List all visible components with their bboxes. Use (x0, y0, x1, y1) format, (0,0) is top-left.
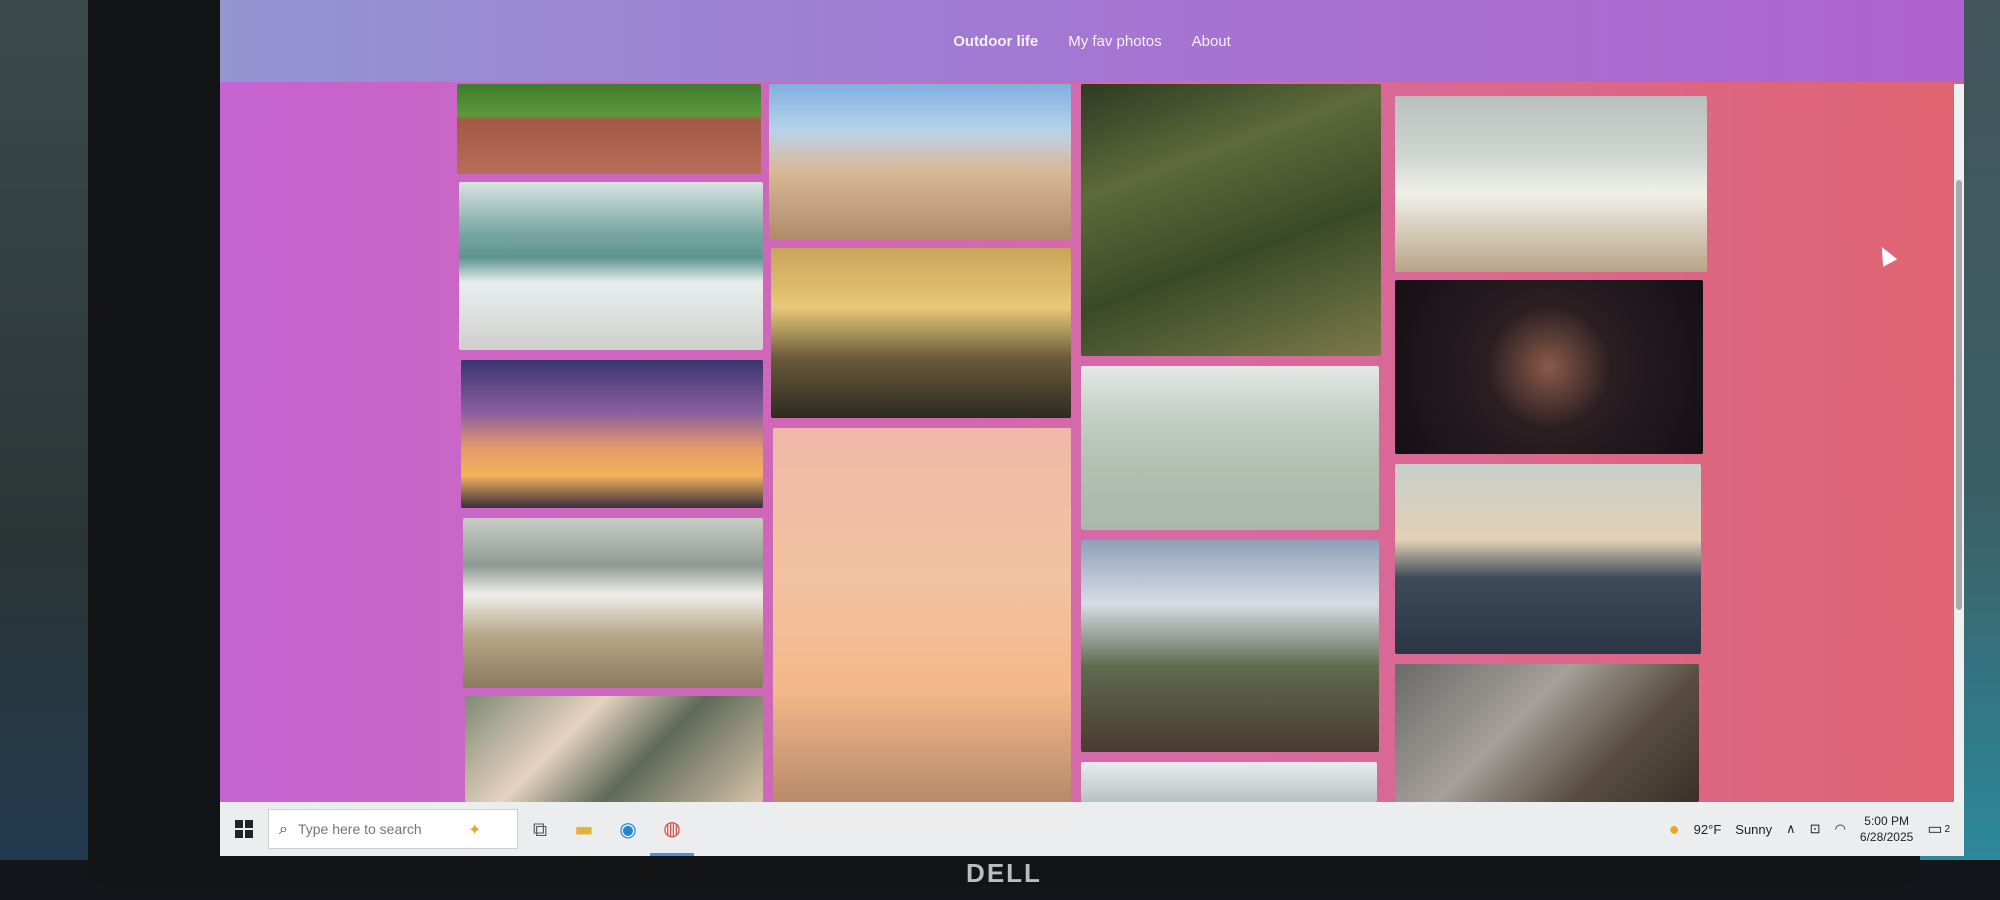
windows-logo-icon (235, 820, 253, 838)
weather-temp[interactable]: 92°F (1694, 822, 1722, 837)
notification-icon[interactable]: ▭ (1927, 819, 1942, 839)
nav-about[interactable]: About (1192, 33, 1231, 50)
file-explorer-icon[interactable]: ▬ (562, 802, 606, 856)
photo-harbor-palms[interactable] (1081, 540, 1379, 752)
photo-butterfly-flowers[interactable] (465, 696, 763, 802)
mouse-cursor (1874, 243, 1898, 267)
screen: Outdoor life My fav photos About ⌕ Type … (220, 0, 1964, 856)
monitor: DELL Outdoor life My fav photos About ⌕ … (88, 0, 1964, 888)
clock-time: 5:00 PM (1864, 814, 1909, 828)
site-nav: Outdoor life My fav photos About (220, 0, 1964, 82)
photo-cloudy-hills[interactable] (1081, 762, 1377, 802)
system-tray: ● 92°F Sunny ∧ ⊡ ◠ 5:00 PM 6/28/2025 ▭ 2 (1669, 813, 1964, 845)
page-scrollbar[interactable] (1954, 84, 1964, 818)
photo-fence-bird[interactable] (457, 84, 761, 174)
photo-beach-hotels[interactable] (769, 84, 1071, 240)
clock-date: 6/28/2025 (1859, 830, 1914, 844)
monitor-brand-logo: DELL (966, 858, 1042, 888)
task-view-icon[interactable]: ⧉ (518, 802, 562, 856)
photo-rocky-beach[interactable] (463, 518, 763, 688)
network-icon[interactable]: ⊡ (1810, 821, 1821, 837)
photo-sunset-string-lights[interactable] (461, 360, 763, 508)
photo-pier-pilings-dusk[interactable] (1395, 464, 1701, 654)
photo-beach-rocks-waves[interactable] (1395, 96, 1707, 272)
weather-sun-icon: ● (1668, 818, 1680, 839)
scrollbar-thumb[interactable] (1956, 180, 1962, 610)
weather-condition[interactable]: Sunny (1735, 822, 1772, 837)
taskbar-search-box[interactable]: ⌕ ✦ (268, 809, 518, 849)
taskbar-clock[interactable]: 5:00 PM 6/28/2025 (1860, 813, 1913, 845)
edge-browser-icon[interactable]: ◉ (606, 802, 650, 856)
photo-palm-sunlight-water[interactable] (771, 248, 1071, 418)
wifi-icon[interactable]: ◠ (1835, 821, 1846, 837)
photo-dolphin-boat[interactable] (1081, 366, 1379, 530)
photo-gallery (453, 84, 1715, 802)
start-button[interactable] (220, 802, 268, 856)
photo-sand-crab[interactable] (1395, 664, 1699, 802)
chevron-up-icon[interactable]: ∧ (1786, 821, 1796, 837)
photo-palm-silhouettes-sunset[interactable] (773, 428, 1071, 802)
taskbar-search-input[interactable] (295, 820, 460, 838)
copilot-icon[interactable]: ✦ (468, 820, 481, 839)
chrome-browser-icon[interactable]: ◍ (650, 802, 694, 856)
search-icon: ⌕ (279, 819, 288, 838)
notification-count: 2 (1944, 823, 1950, 835)
nav-outdoor-life[interactable]: Outdoor life (953, 33, 1038, 50)
photo-tree-branches[interactable] (1081, 84, 1381, 356)
nav-my-fav-photos[interactable]: My fav photos (1068, 33, 1161, 50)
photo-fireworks[interactable] (1395, 280, 1703, 454)
windows-taskbar: ⌕ ✦ ⧉ ▬ ◉ ◍ ● 92°F Sunny ∧ ⊡ ◠ 5:00 PM 6… (220, 802, 1964, 856)
photo-ocean-waves[interactable] (459, 182, 763, 350)
